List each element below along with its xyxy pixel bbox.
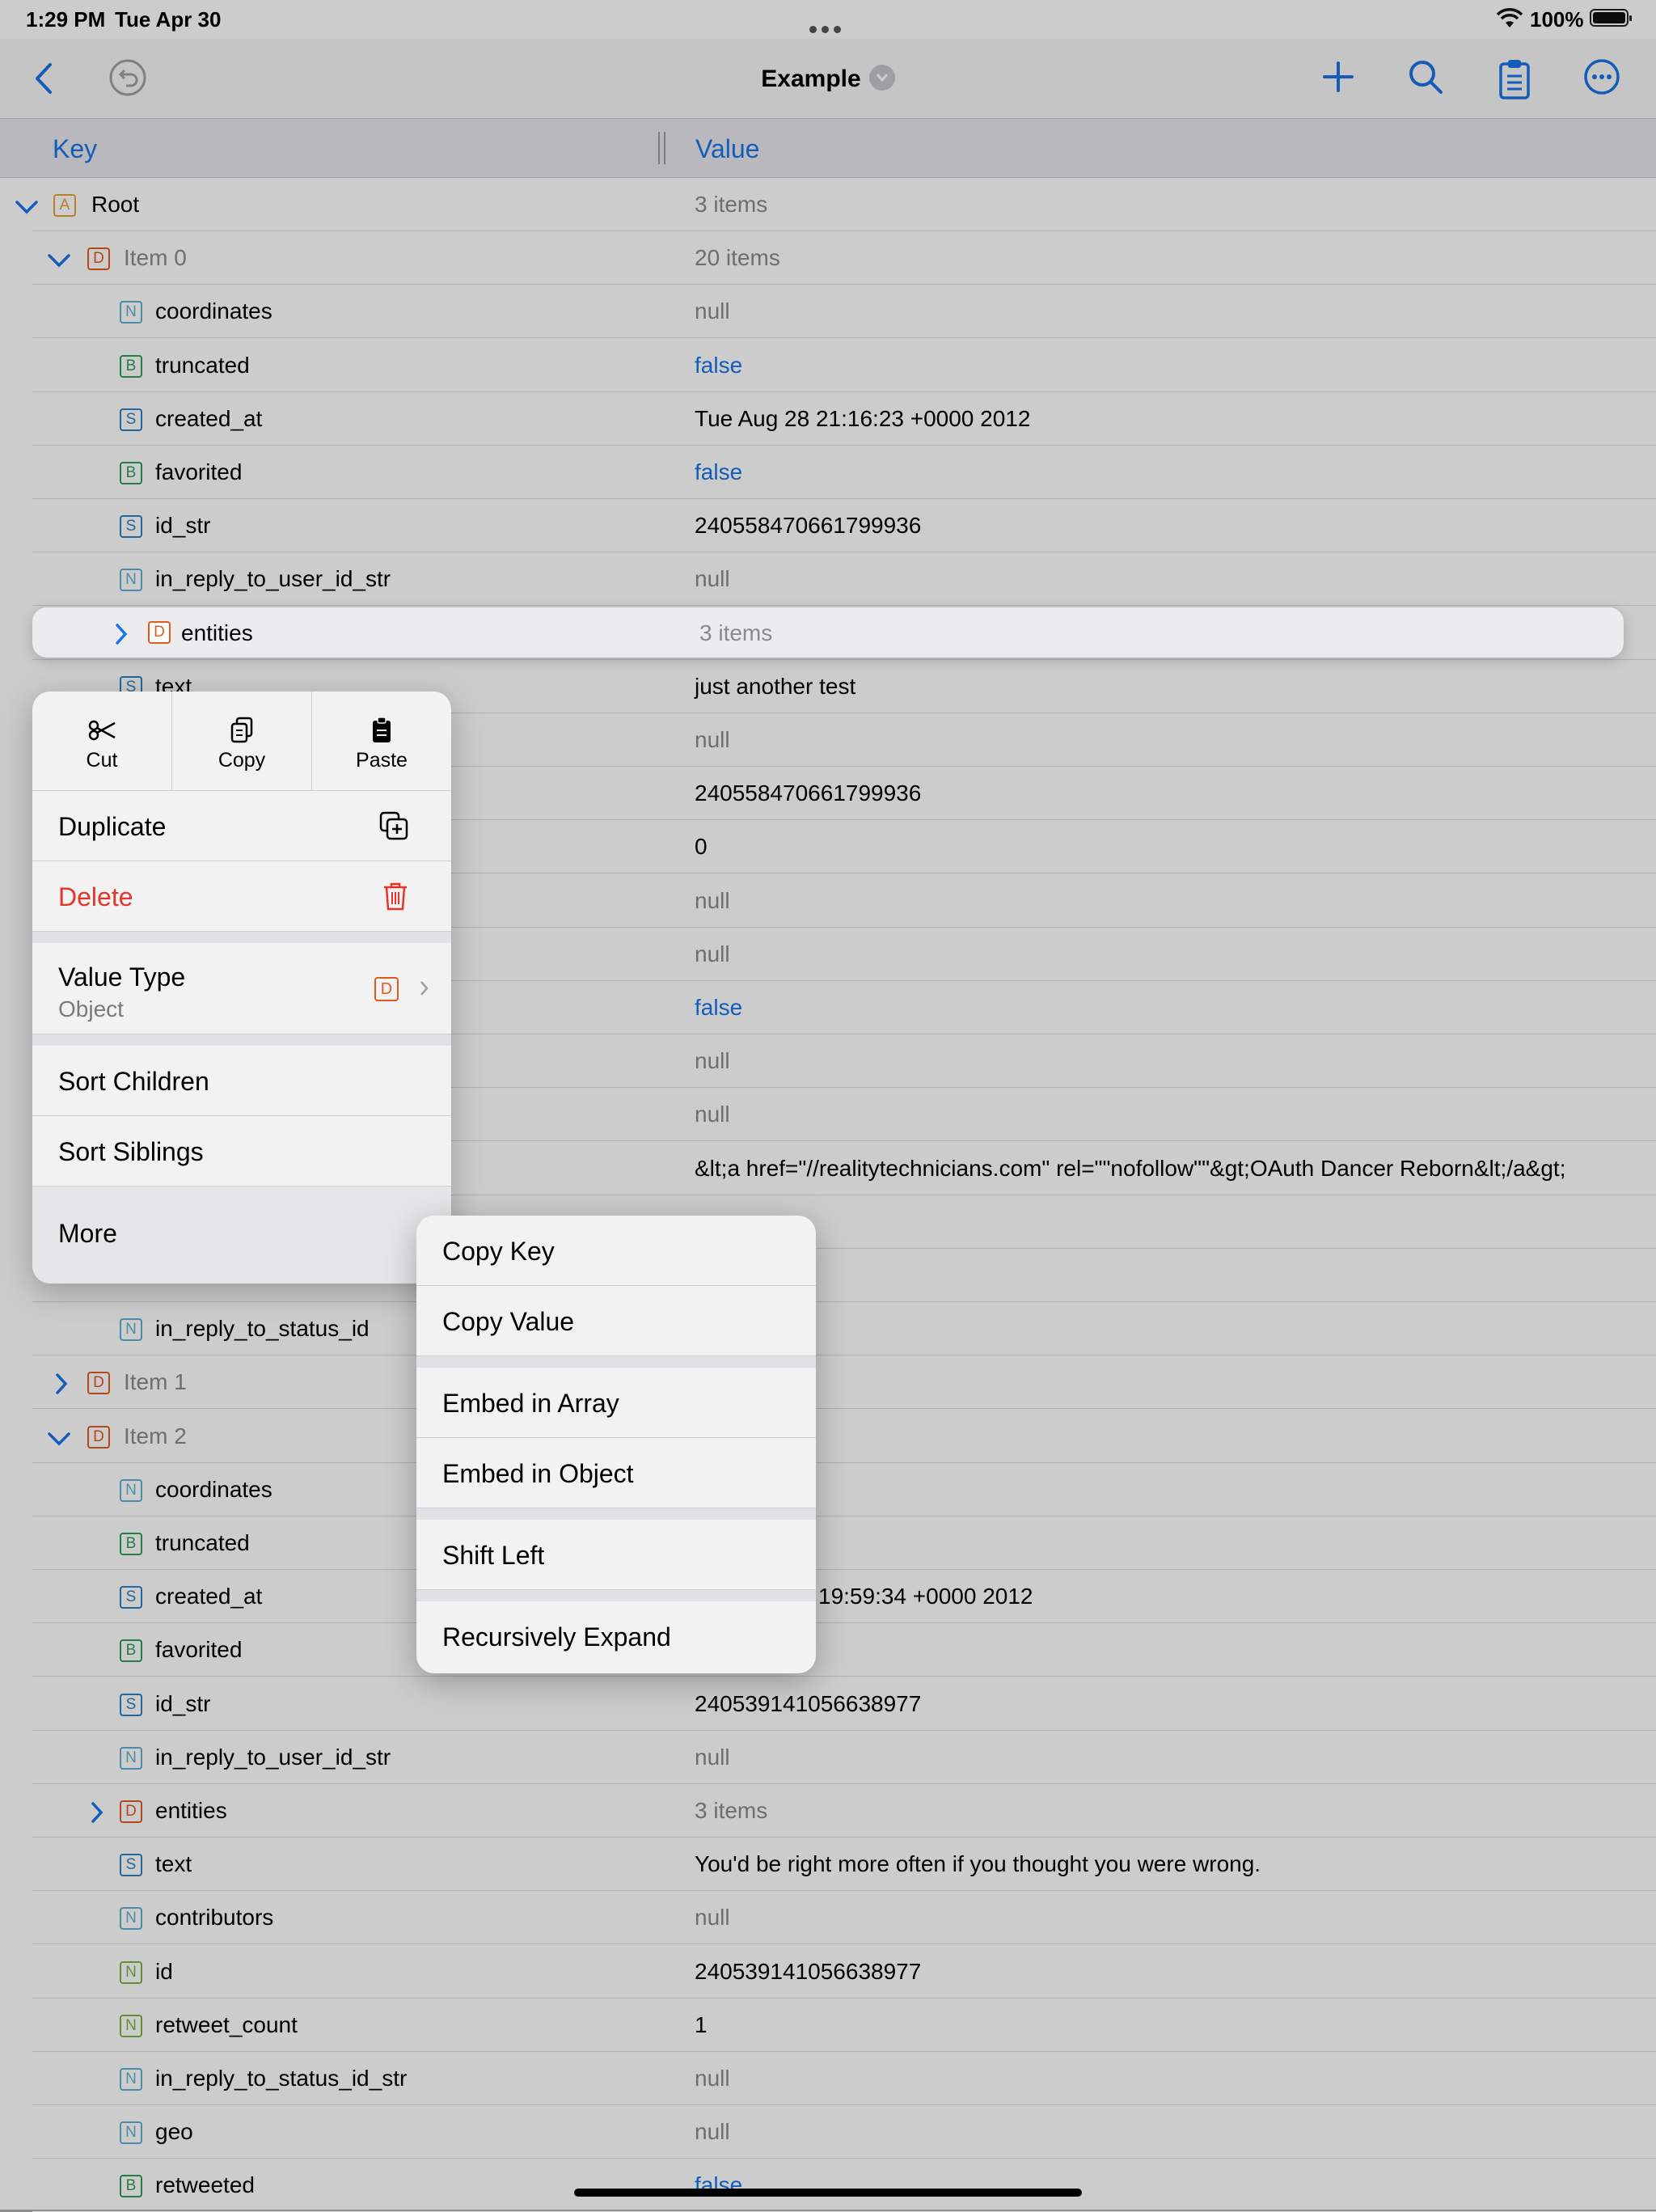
value-type-subtitle: Object xyxy=(58,996,124,1021)
object-type-badge-icon: D xyxy=(374,977,399,1001)
sort-siblings-label: Sort Siblings xyxy=(58,1137,204,1166)
paste-icon xyxy=(312,716,451,745)
duplicate-menu-item[interactable]: Duplicate xyxy=(32,791,451,861)
more-submenu: Copy Key Copy Value Embed in Array Embed… xyxy=(416,1216,816,1673)
cut-label: Cut xyxy=(86,749,118,772)
recursively-expand-label: Recursively Expand xyxy=(442,1622,671,1652)
sort-siblings-menu-item[interactable]: Sort Siblings xyxy=(32,1116,451,1186)
chevron-right-icon xyxy=(419,979,430,1002)
trash-icon xyxy=(382,881,409,916)
embed-in-object-menu-item[interactable]: Embed in Object xyxy=(416,1438,816,1508)
embed-in-object-label: Embed in Object xyxy=(442,1459,634,1488)
object-type-badge-icon: D xyxy=(148,621,171,644)
copy-label: Copy xyxy=(218,749,266,772)
more-label: More xyxy=(58,1219,117,1248)
expand-chevron-right-icon[interactable] xyxy=(113,623,129,649)
embed-in-array-label: Embed in Array xyxy=(442,1389,619,1418)
copy-key-menu-item[interactable]: Copy Key xyxy=(416,1216,816,1286)
paste-label: Paste xyxy=(356,749,408,772)
delete-menu-item[interactable]: Delete xyxy=(32,861,451,932)
shift-left-label: Shift Left xyxy=(442,1541,545,1570)
sort-children-label: Sort Children xyxy=(58,1067,209,1096)
context-menu: Cut Copy Paste Duplicate Delete Value Ty… xyxy=(32,692,451,1284)
value-type-label: Value Type xyxy=(58,962,186,992)
cut-button[interactable]: Cut xyxy=(32,692,171,790)
shift-left-menu-item[interactable]: Shift Left xyxy=(416,1520,816,1590)
highlighted-row-value: 3 items xyxy=(699,620,773,645)
duplicate-label: Duplicate xyxy=(58,812,167,841)
delete-label: Delete xyxy=(58,882,133,911)
embed-in-array-menu-item[interactable]: Embed in Array xyxy=(416,1368,816,1438)
copy-key-label: Copy Key xyxy=(442,1237,555,1266)
highlighted-row-key: entities xyxy=(181,620,253,645)
edit-actions-bar: Cut Copy Paste xyxy=(32,692,451,791)
duplicate-icon xyxy=(378,810,409,845)
highlighted-row-entities[interactable]: D entities 3 items xyxy=(32,607,1624,658)
more-menu-item[interactable]: More xyxy=(32,1186,451,1284)
copy-value-menu-item[interactable]: Copy Value xyxy=(416,1286,816,1356)
sort-children-menu-item[interactable]: Sort Children xyxy=(32,1046,451,1116)
recursively-expand-menu-item[interactable]: Recursively Expand xyxy=(416,1601,816,1671)
copy-button[interactable]: Copy xyxy=(172,692,311,790)
value-type-menu-item[interactable]: Value Type Object D xyxy=(32,943,451,1034)
home-indicator[interactable] xyxy=(574,2189,1082,2197)
copy-icon xyxy=(172,716,311,745)
scissors-icon xyxy=(32,716,171,745)
copy-value-label: Copy Value xyxy=(442,1307,575,1336)
paste-button[interactable]: Paste xyxy=(312,692,451,790)
